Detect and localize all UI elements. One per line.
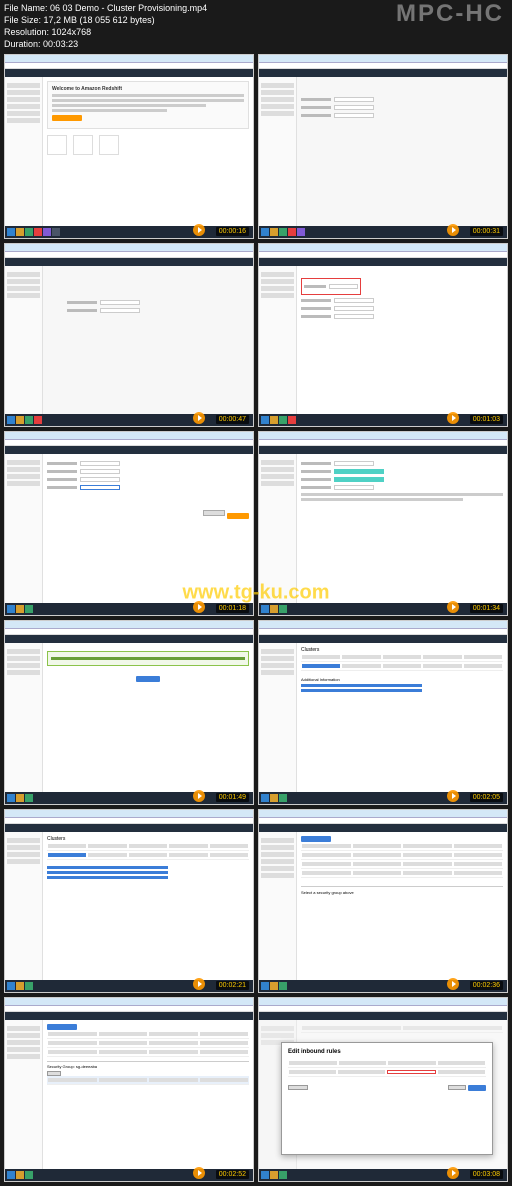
app-title: MPC-HC xyxy=(396,0,504,28)
browser-chrome xyxy=(5,55,253,63)
aws-nav xyxy=(5,69,253,77)
play-icon xyxy=(193,790,205,802)
edit-inbound-modal: Edit inbound rules xyxy=(281,1042,493,1155)
vpc-security-group-select xyxy=(334,469,384,474)
close-button xyxy=(136,676,160,682)
timestamp: 00:00:16 xyxy=(216,227,249,236)
thumbnail[interactable]: Edit inbound rules 00:03:08 xyxy=(258,997,508,1182)
thumbnail[interactable]: Select a security group above 00:02:36 xyxy=(258,809,508,994)
add-rule-button xyxy=(288,1085,308,1090)
database-name-input xyxy=(334,97,374,102)
timestamp: 00:01:49 xyxy=(216,793,249,802)
timestamp: 00:02:52 xyxy=(216,1170,249,1179)
thumbnail[interactable]: Clusters 00:02:21 xyxy=(4,809,254,994)
manage-icon xyxy=(73,135,93,155)
timestamp: 00:00:31 xyxy=(470,227,503,236)
cancel-button xyxy=(448,1085,466,1090)
timestamp: 00:01:18 xyxy=(216,604,249,613)
timestamp: 00:02:36 xyxy=(470,981,503,990)
password-input xyxy=(100,300,140,305)
launch-cluster-button xyxy=(52,115,82,121)
create-cluster-icon xyxy=(47,135,67,155)
timestamp: 00:02:05 xyxy=(470,793,503,802)
table-row xyxy=(301,662,503,671)
play-icon xyxy=(193,224,205,236)
timestamp: 00:01:03 xyxy=(470,415,503,424)
timestamp: 00:01:34 xyxy=(470,604,503,613)
thumbnail[interactable]: 00:00:31 xyxy=(258,54,508,239)
table-header xyxy=(301,653,503,662)
play-icon xyxy=(447,790,459,802)
timestamp: 00:03:08 xyxy=(470,1170,503,1179)
play-icon xyxy=(447,601,459,613)
timestamp: 00:00:47 xyxy=(216,415,249,424)
edit-button xyxy=(47,1071,61,1076)
timestamp: 00:02:21 xyxy=(216,981,249,990)
thumbnail[interactable]: 00:01:18 xyxy=(4,431,254,616)
thumbnail[interactable]: 00:01:34 xyxy=(258,431,508,616)
load-query-icon xyxy=(99,135,119,155)
play-icon xyxy=(447,1167,459,1179)
continue-button xyxy=(227,513,249,519)
play-icon xyxy=(193,1167,205,1179)
play-icon xyxy=(447,224,459,236)
node-type-select xyxy=(329,284,358,289)
previous-button xyxy=(203,510,225,516)
additional-info-heading: Additional Information xyxy=(301,677,503,682)
thumbnail[interactable]: 00:00:47 xyxy=(4,243,254,428)
sidebar xyxy=(5,77,43,226)
page-title: Welcome to Amazon Redshift xyxy=(52,86,244,92)
thumbnail[interactable]: Security Group: sg-deeeaba 00:02:52 xyxy=(4,997,254,1182)
file-info-panel: File Name: 06 03 Demo - Cluster Provisio… xyxy=(4,2,207,50)
thumbnail[interactable]: 00:01:03 xyxy=(258,243,508,428)
thumbnail[interactable]: Welcome to Amazon Redshift 00:00:16 xyxy=(4,54,254,239)
thumbnails-grid: Welcome to Amazon Redshift 00:00:16 xyxy=(4,54,508,1182)
play-icon xyxy=(193,601,205,613)
save-button xyxy=(468,1085,486,1091)
thumbnail[interactable]: 00:01:49 xyxy=(4,620,254,805)
thumbnail[interactable]: Clusters Additional Information 00:02:05 xyxy=(258,620,508,805)
